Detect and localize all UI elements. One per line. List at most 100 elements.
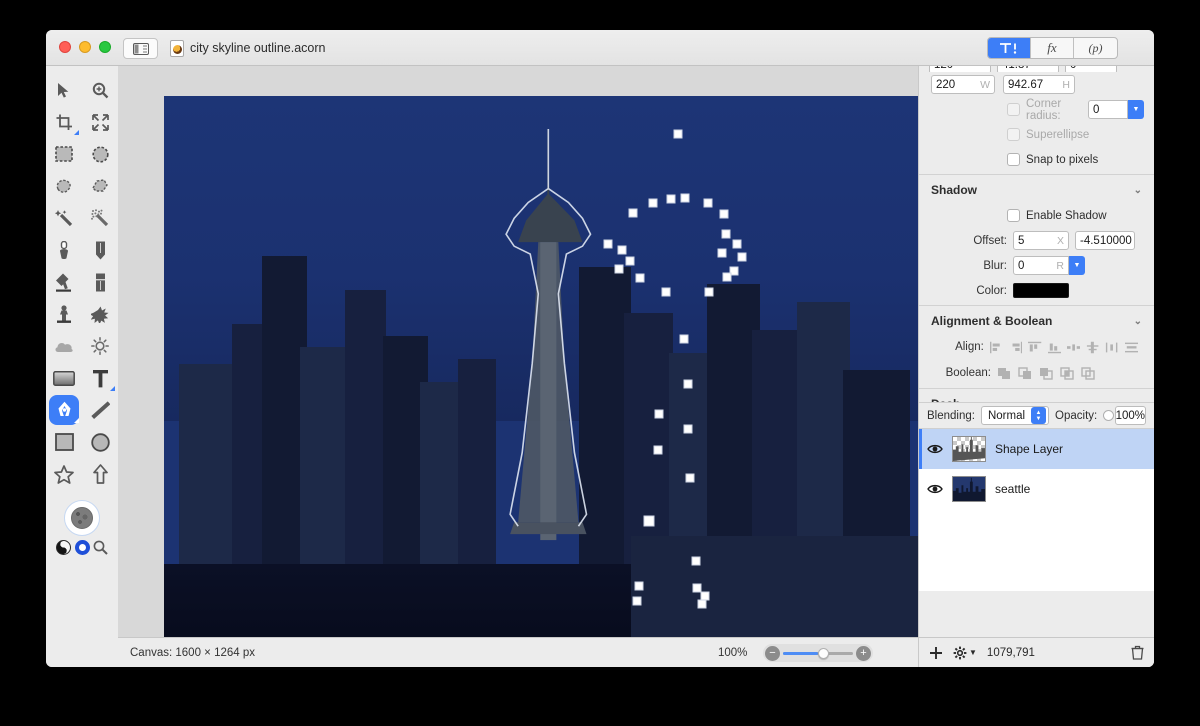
- path-anchor-point[interactable]: [717, 248, 727, 258]
- dash-section-header-clipped[interactable]: Dash ⌄: [919, 391, 1154, 402]
- color-ring-swatch-icon[interactable]: [74, 540, 90, 555]
- align-top-icon[interactable]: [1028, 341, 1042, 354]
- opacity-slider-knob[interactable]: [1102, 410, 1114, 421]
- align-left-icon[interactable]: [989, 341, 1003, 354]
- path-anchor-point[interactable]: [737, 252, 747, 262]
- tab-filters[interactable]: fx: [1031, 38, 1074, 58]
- blur-dropdown-arrow[interactable]: ▼: [1069, 256, 1085, 275]
- path-anchor-point[interactable]: [732, 239, 742, 249]
- polygon-lasso-tool[interactable]: [82, 170, 118, 202]
- opacity-slider[interactable]: [1102, 410, 1114, 421]
- shadow-blur-stepper[interactable]: 0 R ▼: [1013, 256, 1085, 275]
- alignment-section-header[interactable]: Alignment & Boolean ⌄: [919, 308, 1154, 334]
- path-anchor-point[interactable]: [661, 287, 671, 297]
- corner-radius-stepper[interactable]: 0 ▼: [1088, 100, 1144, 119]
- minimize-window-button[interactable]: [79, 41, 91, 53]
- superellipse-checkbox[interactable]: [1007, 128, 1020, 141]
- corner-radius-dropdown-arrow[interactable]: ▼: [1128, 100, 1144, 119]
- width-field[interactable]: 220 W: [931, 75, 995, 94]
- distribute-horizontal-icon[interactable]: [1105, 341, 1118, 354]
- paint-bucket-tool[interactable]: [46, 234, 82, 266]
- smudge-tool[interactable]: [82, 298, 118, 330]
- arrow-shape-tool[interactable]: [82, 458, 118, 490]
- snap-to-pixels-row[interactable]: Snap to pixels: [919, 147, 1154, 172]
- superellipse-row[interactable]: Superellipse: [919, 122, 1154, 147]
- foreground-color-well[interactable]: [64, 500, 100, 536]
- path-anchor-point[interactable]: [683, 379, 693, 389]
- path-anchor-point[interactable]: [704, 287, 714, 297]
- path-anchor-point[interactable]: [603, 239, 613, 249]
- path-anchor-point[interactable]: [673, 129, 683, 139]
- path-anchor-point[interactable]: [653, 445, 663, 455]
- layer-row-shape-layer[interactable]: Shape Layer: [919, 429, 1154, 469]
- text-submenu-indicator[interactable]: [110, 386, 115, 391]
- path-anchor-point[interactable]: [719, 209, 729, 219]
- zoom-tool[interactable]: [82, 74, 118, 106]
- clone-stamp-tool[interactable]: [46, 298, 82, 330]
- boolean-difference-icon[interactable]: [1060, 366, 1075, 380]
- magic-wand-tool[interactable]: [46, 202, 82, 234]
- move-tool[interactable]: [46, 74, 82, 106]
- height-field[interactable]: 942.67 H: [1003, 75, 1075, 94]
- enable-shadow-checkbox[interactable]: [1007, 209, 1020, 222]
- path-anchor-point[interactable]: [703, 198, 713, 208]
- pen-submenu-indicator[interactable]: [74, 418, 79, 423]
- sidebar-toggle-button[interactable]: [123, 38, 158, 59]
- shadow-color-swatch[interactable]: [1013, 283, 1069, 298]
- document-canvas[interactable]: [164, 96, 918, 667]
- shadow-offset-y-field[interactable]: -4.510000: [1075, 231, 1135, 250]
- tab-shape-tools[interactable]: [988, 38, 1031, 58]
- bezier-pen-tool[interactable]: [46, 394, 82, 426]
- path-anchor-point[interactable]: [628, 208, 638, 218]
- path-anchor-point[interactable]: [691, 556, 701, 566]
- chevron-down-icon[interactable]: ⌄: [1134, 399, 1142, 403]
- chevron-down-icon[interactable]: ▼: [969, 648, 977, 657]
- path-anchor-point[interactable]: [685, 473, 695, 483]
- blur-tool[interactable]: [46, 330, 82, 362]
- rectangle-tool[interactable]: [46, 426, 82, 458]
- corner-radius-checkbox[interactable]: [1007, 103, 1020, 116]
- document-title-area[interactable]: city skyline outline.acorn: [170, 30, 325, 66]
- path-anchor-point[interactable]: [635, 273, 645, 283]
- shadow-section-header[interactable]: Shadow ⌄: [919, 177, 1154, 203]
- canvas-area[interactable]: [118, 66, 918, 667]
- add-layer-icon[interactable]: [929, 646, 943, 660]
- instant-alpha-tool[interactable]: [82, 202, 118, 234]
- path-anchor-point[interactable]: [614, 264, 624, 274]
- gradient-tool[interactable]: [46, 266, 82, 298]
- chevron-down-icon[interactable]: ⌄: [1134, 185, 1142, 196]
- lasso-tool[interactable]: [46, 170, 82, 202]
- layer-row-seattle[interactable]: seattle: [919, 469, 1154, 509]
- opacity-value-field[interactable]: 100%: [1114, 406, 1146, 425]
- crop-submenu-indicator[interactable]: [74, 130, 79, 135]
- path-anchor-point[interactable]: [721, 229, 731, 239]
- boolean-divide-icon[interactable]: [1081, 366, 1096, 380]
- align-center-vertical-icon[interactable]: [1086, 341, 1099, 354]
- boolean-subtract-icon[interactable]: [1018, 366, 1033, 380]
- eye-visibility-icon[interactable]: [927, 483, 943, 495]
- align-right-icon[interactable]: [1009, 341, 1023, 354]
- path-anchor-point[interactable]: [632, 596, 642, 606]
- maximize-window-button[interactable]: [99, 41, 111, 53]
- path-anchor-point[interactable]: [679, 334, 689, 344]
- distribute-vertical-icon[interactable]: [1124, 341, 1138, 354]
- path-anchor-point[interactable]: [683, 424, 693, 434]
- shadow-offset-x-field[interactable]: 5 X: [1013, 231, 1069, 250]
- eraser-tool[interactable]: [82, 266, 118, 298]
- path-anchor-point[interactable]: [634, 581, 644, 591]
- path-anchor-point[interactable]: [625, 256, 635, 266]
- zoom-slider[interactable]: − +: [763, 644, 873, 662]
- rect-select-tool[interactable]: [46, 138, 82, 170]
- blending-mode-select[interactable]: Normal ▲ ▼: [980, 406, 1050, 425]
- eye-visibility-icon[interactable]: [927, 443, 943, 455]
- path-anchor-point[interactable]: [680, 193, 690, 203]
- path-anchor-point[interactable]: [722, 272, 732, 282]
- chevron-down-icon[interactable]: ⌄: [1134, 316, 1142, 327]
- pencil-tool[interactable]: [82, 234, 118, 266]
- space-needle-shape[interactable]: [488, 124, 609, 582]
- enable-shadow-row[interactable]: Enable Shadow: [919, 203, 1154, 228]
- tab-properties[interactable]: (p): [1074, 38, 1117, 58]
- boolean-intersect-icon[interactable]: [1039, 367, 1054, 380]
- chevron-updown-icon[interactable]: ▲ ▼: [1031, 407, 1047, 424]
- close-window-button[interactable]: [59, 41, 71, 53]
